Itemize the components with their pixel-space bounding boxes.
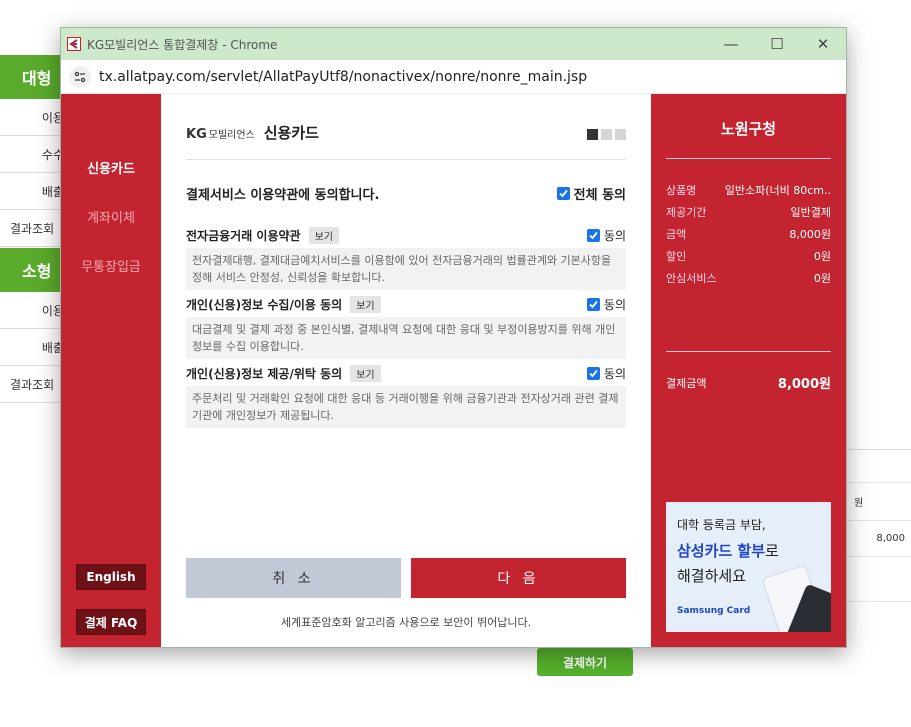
order-info-value: 0원: [813, 250, 831, 263]
next-button[interactable]: 다 음: [411, 558, 626, 598]
order-info-key: 안심서비스: [666, 272, 717, 285]
kg-logo: KG 모빌리언스: [186, 126, 255, 142]
bg-row-label: 결과조회: [10, 221, 55, 236]
close-button[interactable]: ✕: [800, 28, 846, 60]
brand-header: KG 모빌리언스 신용카드: [186, 122, 319, 143]
step-indicator: [587, 129, 626, 140]
step-dot: [615, 129, 626, 140]
terms-panel: KG 모빌리언스 신용카드 결제서비스 이용약관에 동의합니다. 전체 동의 전…: [161, 94, 651, 647]
agree-all-row: 결제서비스 이용약관에 동의합니다. 전체 동의: [186, 184, 626, 203]
window-titlebar[interactable]: KG모빌리언스 통합결제창 - Chrome — ☐ ✕: [61, 28, 846, 60]
url-text[interactable]: tx.allatpay.com/servlet/AllatPayUtf8/non…: [99, 69, 587, 85]
agree-all-label[interactable]: 전체 동의: [574, 184, 626, 203]
summary-divider: [666, 158, 831, 159]
step-dot: [601, 129, 612, 140]
order-summary-panel: 노원구청 상품명 일반소파(너비 80cm.. 제공기간 일반결제 금액 8,0…: [651, 94, 846, 647]
term-agree-label[interactable]: 동의: [604, 365, 626, 382]
term-header: 개인(신용)정보 제공/위탁 동의 보기 동의: [186, 364, 626, 382]
term-title: 개인(신용)정보 제공/위탁 동의: [186, 366, 343, 381]
page-title: 신용카드: [263, 124, 319, 142]
minimize-button[interactable]: —: [708, 28, 754, 60]
term-privacy-collect: 개인(신용)정보 수집/이용 동의 보기 동의 대금결제 및 결제 과정 중 본…: [186, 295, 626, 359]
summary-divider: [666, 351, 831, 352]
window-title: KG모빌리언스 통합결제창 - Chrome: [87, 37, 278, 52]
term-summary: 주문처리 및 거래확인 요청에 대한 응대 등 거래이행을 위해 금융기관과 전…: [186, 386, 626, 428]
bg-table-unit: 원: [846, 483, 911, 521]
payment-method-sidebar: 신용카드 계좌이체 무통장입금 English 결제 FAQ: [61, 94, 161, 647]
kg-favicon-icon: [67, 37, 81, 51]
address-bar[interactable]: tx.allatpay.com/servlet/AllatPayUtf8/non…: [61, 60, 846, 94]
ad-line2-rest: 로: [765, 542, 779, 560]
popup-content: 신용카드 계좌이체 무통장입금 English 결제 FAQ KG 모빌리언스 신…: [61, 94, 846, 647]
term-view-button[interactable]: 보기: [350, 364, 381, 382]
maximize-button[interactable]: ☐: [754, 28, 800, 60]
security-note: 세계표준암호화 알고리즘 사용으로 보안이 뛰어납니다.: [280, 616, 532, 629]
order-info-key: 금액: [666, 228, 687, 241]
bg-section2-title: 소형: [22, 262, 52, 281]
order-info-key: 할인: [666, 250, 687, 263]
header-divider: [186, 159, 626, 160]
order-info-row: 할인 0원: [666, 248, 831, 264]
term-agree-checkbox[interactable]: [586, 366, 600, 380]
term-header: 개인(신용)정보 수집/이용 동의 보기 동의: [186, 295, 626, 313]
order-info-row: 상품명 일반소파(너비 80cm..: [666, 182, 831, 198]
samsung-card-logo: Samsung Card: [677, 606, 751, 616]
agree-heading: 결제서비스 이용약관에 동의합니다.: [186, 188, 380, 203]
total-label: 결제금액: [666, 376, 707, 390]
order-info-value: 일반소파(너비 80cm..: [724, 184, 831, 197]
order-info-row: 안심서비스 0원: [666, 270, 831, 286]
ad-line2: 삼성카드 할부로: [677, 540, 779, 561]
term-view-button[interactable]: 보기: [308, 226, 339, 244]
kg-logo-text: KG: [186, 127, 207, 142]
order-info-key: 제공기간: [666, 206, 707, 219]
bg-table-empty: [846, 557, 911, 602]
kg-logo-sub: 모빌리언스: [208, 130, 255, 141]
term-ef-transaction: 전자금융거래 이용약관 보기 동의 전자결제대행, 결제대금예치서비스를 이용함…: [186, 226, 626, 290]
term-view-button[interactable]: 보기: [350, 295, 381, 313]
payment-popup-window: KG모빌리언스 통합결제창 - Chrome — ☐ ✕ tx.allatpay…: [60, 27, 847, 648]
nav-item-bank-transfer[interactable]: 계좌이체: [61, 207, 161, 226]
ad-line1: 대학 등록금 부담,: [677, 518, 766, 532]
faq-button[interactable]: 결제 FAQ: [76, 609, 146, 635]
cancel-button[interactable]: 취 소: [186, 558, 401, 598]
bg-row-label: 결과조회: [10, 377, 55, 392]
term-agree-label[interactable]: 동의: [604, 227, 626, 244]
bg-table-header: [846, 450, 911, 483]
ad-highlight: 삼성카드 할부: [677, 542, 766, 560]
term-title: 전자금융거래 이용약관: [186, 228, 301, 243]
nav-item-virtual-account[interactable]: 무통장입금: [61, 256, 161, 275]
term-agree-checkbox[interactable]: [586, 228, 600, 242]
order-info-key: 상품명: [666, 184, 697, 197]
term-summary: 전자결제대행, 결제대금예치서비스를 이용함에 있어 전자금융거래의 법률관계와…: [186, 248, 626, 290]
total-amount: 8,000원: [777, 377, 831, 392]
bg-summary-table: 원 8,000: [846, 449, 911, 602]
english-button[interactable]: English: [76, 564, 146, 590]
order-info-value: 0원: [813, 272, 831, 285]
term-title: 개인(신용)정보 수집/이용 동의: [186, 297, 343, 312]
samsung-card-ad-banner[interactable]: 대학 등록금 부담, 삼성카드 할부로 해결하세요 Samsung Card: [666, 502, 831, 632]
term-agree-checkbox[interactable]: [586, 297, 600, 311]
order-info-value: 일반결제: [790, 206, 831, 219]
agree-all-checkbox[interactable]: [556, 187, 570, 200]
order-info-row: 금액 8,000원: [666, 226, 831, 242]
term-agree-label[interactable]: 동의: [604, 296, 626, 313]
total-row: 결제금액 8,000원: [666, 373, 831, 393]
term-privacy-provide: 개인(신용)정보 제공/위탁 동의 보기 동의 주문처리 및 거래확인 요청에 …: [186, 364, 626, 428]
order-info-value: 8,000원: [789, 228, 831, 241]
step-dot-active: [587, 129, 598, 140]
site-info-icon[interactable]: [69, 65, 91, 88]
shop-name: 노원구청: [720, 120, 777, 138]
term-summary: 대금결제 및 결제 과정 중 본인식별, 결제내역 요청에 대한 응대 및 부정…: [186, 317, 626, 359]
bg-pay-button[interactable]: 결제하기: [537, 648, 633, 676]
bg-table-unit-label: 원: [854, 498, 864, 509]
ad-line3: 해결하세요: [677, 567, 747, 585]
desktop-stage: 대형 이용 수수 배출 결과조회 소형 이용 배출 결과조회 원 8,000 결…: [0, 0, 911, 727]
nav-item-credit-card[interactable]: 신용카드: [61, 158, 161, 177]
bg-table-amount: 8,000: [846, 521, 911, 557]
bg-section1-title: 대형: [22, 69, 52, 88]
order-info-row: 제공기간 일반결제: [666, 204, 831, 220]
bg-table-amount-value: 8,000: [876, 533, 905, 544]
term-header: 전자금융거래 이용약관 보기 동의: [186, 226, 626, 244]
